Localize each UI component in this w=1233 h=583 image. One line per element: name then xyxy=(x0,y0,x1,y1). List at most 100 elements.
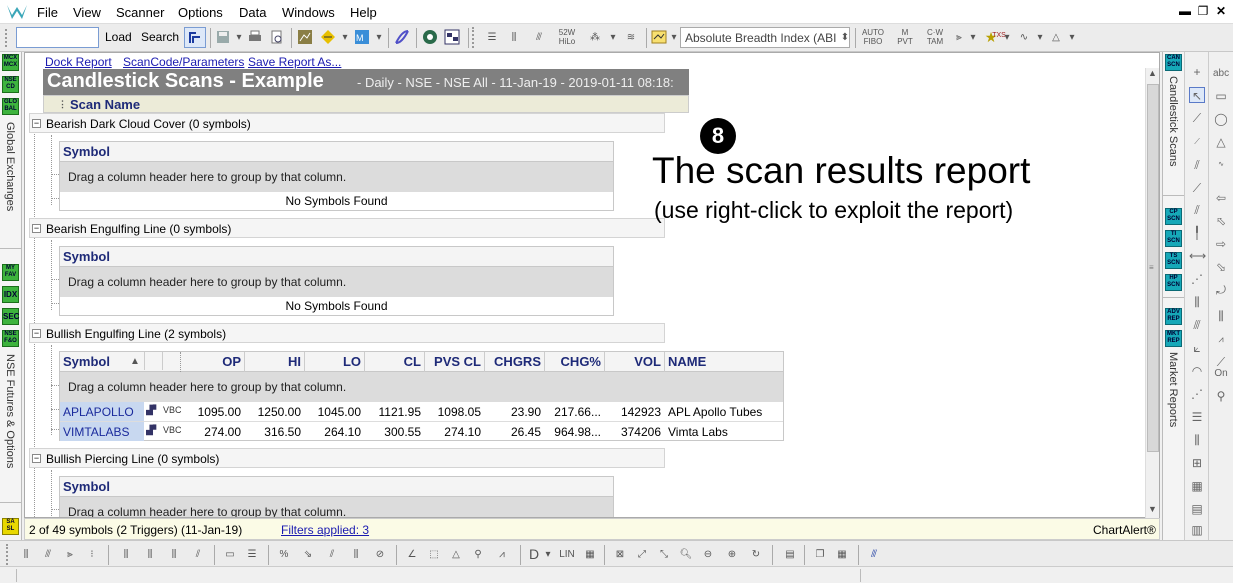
bar-123-icon[interactable]: ⫻ xyxy=(38,544,58,565)
sec-button[interactable]: SEC xyxy=(2,308,19,325)
op-column-header[interactable]: OP xyxy=(182,352,244,372)
wave-dropdown-icon[interactable]: ▾ xyxy=(1036,27,1044,48)
vbc-icon[interactable]: VBC xyxy=(163,402,181,421)
adv-report-button[interactable]: ADV REP xyxy=(1165,308,1182,325)
collapse-toggle-icon[interactable]: − xyxy=(32,454,41,463)
group-by-drop-area[interactable]: Drag a column header here to group by th… xyxy=(60,162,613,192)
scroll-down-icon[interactable]: ▼ xyxy=(1148,504,1157,514)
bar-chart-icon[interactable]: ⫼ xyxy=(116,544,136,565)
chgrs-column-header[interactable]: CHGRS xyxy=(484,352,544,372)
zoom-fit-icon[interactable]: ⊠ xyxy=(610,544,630,565)
menu-help[interactable]: Help xyxy=(350,5,377,20)
percent-icon[interactable]: % xyxy=(274,544,294,565)
mf-icon[interactable]: M xyxy=(352,27,372,48)
copy-icon[interactable]: ❐ xyxy=(810,544,830,565)
gann-fan-icon[interactable]: ⟀ xyxy=(1189,340,1205,356)
hi-column-header[interactable]: HI xyxy=(244,352,304,372)
menu-options[interactable]: Options xyxy=(178,5,223,20)
d-dropdown-icon[interactable]: ▾ xyxy=(543,544,553,565)
my-fav-button[interactable]: MY FAV xyxy=(2,264,19,281)
scatter-icon[interactable]: ⁂ xyxy=(584,27,606,48)
sa-sl-button[interactable]: SA SL xyxy=(2,518,19,535)
line-chart-icon[interactable]: ⫽ xyxy=(188,544,208,565)
filters-applied-link[interactable]: Filters applied: 3 xyxy=(281,523,369,537)
no-adjust-icon[interactable]: ⊘ xyxy=(370,544,390,565)
ohlc-123-icon[interactable]: ⫼ xyxy=(16,544,36,565)
mini-chart-icon[interactable]: ▟▘ xyxy=(146,422,162,441)
chg-pct-column-header[interactable]: CHG% xyxy=(544,352,604,372)
candle-dropdown-icon[interactable]: ▾ xyxy=(969,27,977,48)
ti-scan-button[interactable]: TI SCN xyxy=(1165,230,1182,247)
chart-icon[interactable] xyxy=(296,27,314,48)
symbol-column-header[interactable]: Symbol xyxy=(60,477,613,497)
hilo-icon[interactable]: ⫻ xyxy=(528,27,550,48)
scroll-up-icon[interactable]: ▲ xyxy=(1148,68,1157,78)
save-dropdown-icon[interactable]: ▾ xyxy=(234,27,244,48)
vertical-line-icon[interactable]: ╿ xyxy=(1189,225,1205,241)
text-tool-icon[interactable]: abc xyxy=(1213,66,1229,82)
collapse-toggle-icon[interactable]: − xyxy=(32,224,41,233)
collapse-toggle-icon[interactable]: − xyxy=(32,329,41,338)
bars-tool-icon[interactable]: ⫼ xyxy=(1213,308,1229,324)
nse-futures-options-tab[interactable]: NSE Futures & Options xyxy=(4,354,16,468)
table-row[interactable]: APLAPOLLO ▟▘ VBC 1095.00 1250.00 1045.00… xyxy=(60,402,783,422)
globe-icon[interactable] xyxy=(420,27,440,48)
cp-scan-button[interactable]: CP SCN xyxy=(1165,208,1182,225)
list-icon[interactable]: ☰ xyxy=(482,27,502,48)
split-icon[interactable]: ⇘ xyxy=(298,544,318,565)
triangle-pattern-icon[interactable]: △ xyxy=(446,544,466,565)
bars-icon[interactable]: ⫼ xyxy=(504,27,524,48)
print-icon[interactable] xyxy=(246,27,264,48)
name-column-header[interactable]: NAME xyxy=(664,352,784,372)
indicator-icon[interactable] xyxy=(318,27,338,48)
mkt-report-button[interactable]: MKT REP xyxy=(1165,330,1182,347)
nse-fo-button[interactable]: NSE F&O xyxy=(2,330,19,347)
resize-icon[interactable]: ⤡ xyxy=(654,544,674,565)
arrow-left-icon[interactable]: ⇦ xyxy=(1213,190,1229,206)
print-preview-icon[interactable] xyxy=(268,27,286,48)
auto-fibo-icon[interactable]: AUTO FIBO xyxy=(860,27,886,48)
angle-icon[interactable]: ∠ xyxy=(402,544,422,565)
wave-icon[interactable]: ∿ xyxy=(1012,27,1036,48)
group-by-drop-area[interactable]: Drag a column header here to group by th… xyxy=(60,497,613,517)
ellipse-tool-icon[interactable]: ◯ xyxy=(1213,111,1229,127)
restore-button[interactable]: ❐ xyxy=(1196,4,1210,18)
pattern-icon[interactable]: △ xyxy=(1044,27,1068,48)
save-icon[interactable] xyxy=(214,27,232,48)
grid-icon[interactable]: ▦ xyxy=(580,544,600,565)
indicator-select[interactable]: Absolute Breadth Index (ABI xyxy=(680,27,850,48)
indicator-dropdown-icon[interactable]: ▾ xyxy=(340,27,350,48)
indicator-select-chevron-icon[interactable]: ⬍ xyxy=(840,30,850,46)
candlestick-scans-tab[interactable]: Candlestick Scans xyxy=(1167,76,1179,167)
gann-box-icon[interactable]: ⊞ xyxy=(1189,455,1205,471)
triangle-tool-icon[interactable]: △ xyxy=(1213,134,1229,150)
vol-column-header[interactable]: VOL xyxy=(604,352,664,372)
dna-icon[interactable]: ⫻ xyxy=(864,544,884,565)
linear-scale-button[interactable]: LIN xyxy=(556,544,578,565)
fan-icon[interactable]: ⋰ xyxy=(1189,271,1205,287)
idx-button[interactable]: IDX xyxy=(2,286,19,303)
arrow-right-icon[interactable]: ⇨ xyxy=(1213,236,1229,252)
nse-cd-button[interactable]: NSE CD xyxy=(2,76,19,93)
ew-wave-icon[interactable]: ∿ xyxy=(1213,157,1229,173)
pointer-icon[interactable]: ↖ xyxy=(1189,87,1205,103)
mcx-button[interactable]: MCX MCX xyxy=(2,54,19,71)
scan-group-header[interactable]: − Bullish Piercing Line (0 symbols) xyxy=(29,448,665,468)
table-row[interactable]: VIMTALABS ▟▘ VBC 274.00 316.50 264.10 30… xyxy=(60,422,783,441)
pvs-cl-column-header[interactable]: PVS CL xyxy=(424,352,484,372)
scan-group-header[interactable]: − Bearish Dark Cloud Cover (0 symbols) xyxy=(29,113,665,133)
candle-123-icon[interactable]: ⫸ xyxy=(60,544,80,565)
zoom-out-icon[interactable]: ⊖ xyxy=(698,544,718,565)
ma-icon[interactable]: ≋ xyxy=(620,27,642,48)
sl-line-icon[interactable]: ⟋ xyxy=(1189,134,1205,150)
template-icon[interactable] xyxy=(650,27,668,48)
hp-scan-button[interactable]: HP SCN xyxy=(1165,274,1182,291)
dock-report-link[interactable]: Dock Report xyxy=(45,55,112,69)
symbol-cell[interactable]: APLAPOLLO xyxy=(60,402,144,421)
close-button[interactable]: ✕ xyxy=(1214,4,1228,18)
trendline-icon[interactable]: ⟋ xyxy=(1189,110,1205,126)
menu-view[interactable]: View xyxy=(73,5,101,20)
angle-line-icon[interactable]: ⟋ xyxy=(1189,180,1205,196)
txs-dropdown-icon[interactable]: ▾ xyxy=(1003,27,1011,48)
scan-group-header[interactable]: − Bullish Engulfing Line (2 symbols) xyxy=(29,323,665,343)
